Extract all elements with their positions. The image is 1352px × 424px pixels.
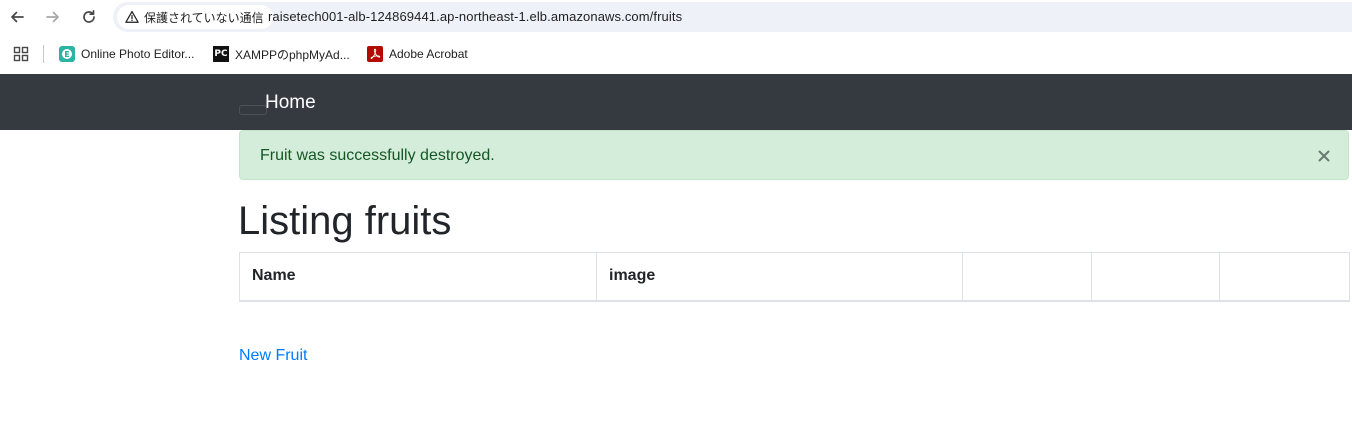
navbar-toggler[interactable] [239, 105, 267, 115]
close-icon [1318, 150, 1330, 162]
security-chip[interactable]: 保護されていない通信 [117, 5, 273, 29]
arrow-right-icon [46, 11, 59, 23]
photo-editor-icon [59, 46, 75, 62]
bookmark-label: Online Photo Editor... [81, 47, 195, 61]
alert-close-button[interactable] [1314, 146, 1334, 166]
table-header-row: Name image [239, 252, 1350, 302]
column-header-edit [1091, 252, 1220, 302]
alert-message: Fruit was successfully destroyed. [260, 147, 495, 164]
adobe-acrobat-icon [367, 46, 383, 62]
reload-button[interactable] [77, 5, 101, 29]
column-header-show [962, 252, 1092, 302]
success-alert: Fruit was successfully destroyed. [239, 130, 1349, 180]
app-navbar: Home [0, 74, 1352, 130]
back-button[interactable] [5, 5, 29, 29]
column-header-name: Name [239, 252, 597, 302]
reload-icon [83, 9, 95, 23]
page-title: Listing fruits [238, 199, 452, 243]
browser-toolbar: 保護されていない通信 raisetech001-alb-124869441.ap… [0, 0, 1352, 34]
bookmarks-bar: Online Photo Editor... PC XAMPPのphpMyAd.… [0, 37, 1352, 71]
security-label: 保護されていない通信 [144, 10, 264, 25]
navbar-brand-home[interactable]: Home [265, 92, 316, 114]
bookmark-label: Adobe Acrobat [389, 47, 468, 61]
forward-button[interactable] [41, 5, 65, 29]
column-header-destroy [1219, 252, 1350, 302]
new-fruit-link[interactable]: New Fruit [239, 347, 307, 365]
url-text[interactable]: raisetech001-alb-124869441.ap-northeast-… [268, 9, 682, 24]
bookmark-xampp-phpmyadmin[interactable]: PC XAMPPのphpMyAd... [213, 44, 350, 64]
bookmark-online-photo-editor[interactable]: Online Photo Editor... [59, 44, 194, 64]
column-header-image: image [596, 252, 963, 302]
bookmark-adobe-acrobat[interactable]: Adobe Acrobat [367, 44, 468, 64]
bookmark-label: XAMPPのphpMyAd... [235, 47, 350, 62]
apps-grid-icon[interactable] [13, 46, 29, 62]
address-bar[interactable]: 保護されていない通信 raisetech001-alb-124869441.ap… [113, 2, 1352, 32]
bookmarks-divider [43, 45, 44, 63]
fruits-table: Name image [239, 252, 1350, 302]
pc-icon: PC [213, 46, 229, 62]
warning-triangle-icon [125, 10, 139, 23]
arrow-left-icon [11, 11, 24, 23]
